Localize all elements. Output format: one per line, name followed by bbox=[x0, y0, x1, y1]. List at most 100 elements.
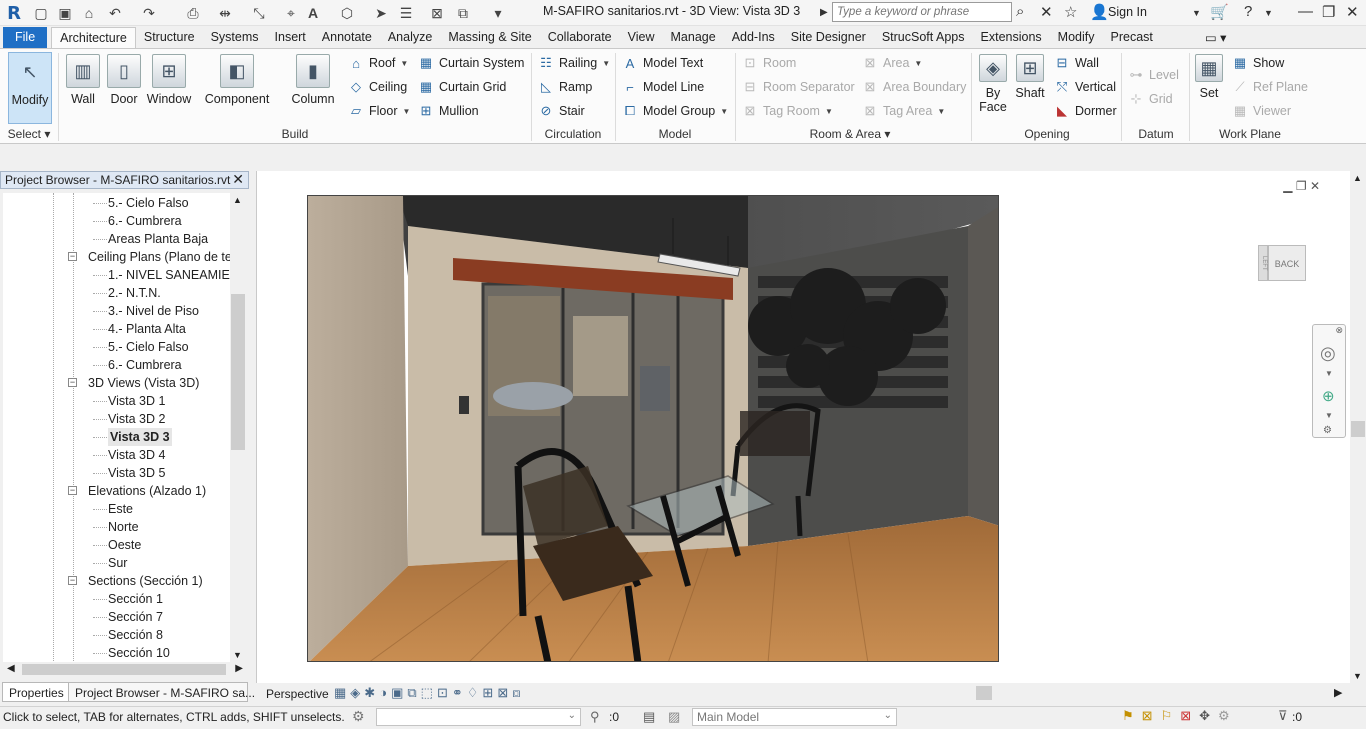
tab-systems[interactable]: Systems bbox=[203, 27, 267, 48]
help-dropdown-icon[interactable]: ▼ bbox=[1264, 8, 1273, 18]
temp-hide-icon[interactable]: ⚭ bbox=[452, 685, 467, 700]
design-options-icon[interactable]: ▤ bbox=[643, 709, 655, 725]
zoom-dropdown-icon[interactable]: ▼ bbox=[1325, 411, 1333, 420]
tab-site-designer[interactable]: Site Designer bbox=[783, 27, 874, 48]
search-input[interactable] bbox=[832, 2, 1012, 22]
tree-category[interactable]: Ceiling Plans (Plano de tec bbox=[88, 248, 230, 266]
by-face-button[interactable]: ◈ By Face bbox=[976, 52, 1010, 124]
tree-view-item[interactable]: 3.- Nivel de Piso bbox=[108, 302, 199, 320]
tab-extensions[interactable]: Extensions bbox=[973, 27, 1050, 48]
viewer-button[interactable]: ▦ Viewer bbox=[1232, 101, 1291, 121]
switch-windows-icon[interactable]: ⧉ bbox=[452, 3, 474, 23]
wall-button[interactable]: ▥ Wall bbox=[64, 52, 102, 124]
tree-view-item[interactable]: Sección 1 bbox=[108, 590, 163, 608]
tab-add-ins[interactable]: Add-Ins bbox=[724, 27, 783, 48]
crop-view-icon[interactable]: ⧉ bbox=[407, 685, 420, 700]
ref-plane-button[interactable]: ⟋ Ref Plane bbox=[1232, 77, 1307, 97]
view-scroll-up-icon[interactable]: ▲ bbox=[1353, 173, 1362, 183]
tab-massing-site[interactable]: Massing & Site bbox=[440, 27, 539, 48]
thin-lines-icon[interactable]: ☰ bbox=[395, 3, 417, 23]
open-icon[interactable]: ⌂ bbox=[78, 3, 100, 23]
tab-precast[interactable]: Precast bbox=[1103, 27, 1161, 48]
model-group-button[interactable]: ⧠ Model Group ▼ bbox=[622, 101, 728, 121]
tree-view-item[interactable]: Areas Planta Baja bbox=[108, 230, 208, 248]
tag-icon[interactable]: ⌖ bbox=[280, 3, 302, 23]
scroll-right-icon[interactable]: ▶ bbox=[235, 663, 243, 674]
viewcube-left-face[interactable]: LEFT bbox=[1258, 245, 1268, 281]
view-scroll-thumb[interactable] bbox=[1351, 421, 1365, 437]
collapse-toggle-icon[interactable]: − bbox=[68, 486, 77, 495]
constraints-icon[interactable]: ⧈ bbox=[512, 685, 524, 700]
measure-icon[interactable]: ⇹ bbox=[214, 3, 236, 23]
tab-project-browser[interactable]: Project Browser - M-SAFIRO sa... bbox=[68, 682, 255, 702]
tab-architecture[interactable]: Architecture bbox=[51, 27, 136, 48]
room-separator-button[interactable]: ⊟ Room Separator bbox=[742, 77, 855, 97]
room-button[interactable]: ⊡ Room bbox=[742, 53, 797, 73]
shaft-button[interactable]: ⊞ Shaft bbox=[1012, 52, 1048, 124]
viewcube-back-face[interactable]: BACK bbox=[1268, 245, 1306, 281]
tree-view-item[interactable]: Vista 3D 3 bbox=[108, 428, 172, 446]
room-area-panel-title[interactable]: Room & Area ▾ bbox=[800, 127, 900, 141]
set-work-plane-button[interactable]: ▦ Set bbox=[1192, 52, 1226, 124]
curtain-system-button[interactable]: ▦ Curtain System bbox=[418, 53, 525, 73]
view-scroll-down-icon[interactable]: ▼ bbox=[1353, 671, 1362, 681]
tree-view-item[interactable]: Vista 3D 1 bbox=[108, 392, 165, 410]
door-button[interactable]: ▯ Door bbox=[106, 52, 142, 124]
collapse-toggle-icon[interactable]: − bbox=[68, 576, 77, 585]
select-underlay-icon[interactable]: ⊠ bbox=[1142, 708, 1161, 723]
sign-in-dropdown-icon[interactable]: ▼ bbox=[1192, 8, 1201, 18]
tree-view-item[interactable]: Vista 3D 2 bbox=[108, 410, 165, 428]
show-crop-icon[interactable]: ⬚ bbox=[421, 685, 437, 700]
tag-room-button[interactable]: ⊠ Tag Room ▼ bbox=[742, 101, 833, 121]
mullion-button[interactable]: ⊞ Mullion bbox=[418, 101, 479, 121]
select-by-face-icon[interactable]: ⊠ bbox=[1180, 708, 1199, 723]
workset-dropdown[interactable]: ⌄ bbox=[376, 708, 581, 726]
select-links-icon[interactable]: ⚑ bbox=[1122, 708, 1142, 723]
revit-logo-icon[interactable]: R bbox=[2, 2, 26, 24]
design-option-dropdown[interactable]: Main Model ⌄ bbox=[692, 708, 897, 726]
tab-annotate[interactable]: Annotate bbox=[314, 27, 380, 48]
tree-view-item[interactable]: Sección 7 bbox=[108, 608, 163, 626]
sign-in-link[interactable]: Sign In bbox=[1108, 5, 1147, 19]
tree-category[interactable]: Elevations (Alzado 1) bbox=[88, 482, 206, 500]
view-scroll-right-icon[interactable]: ▶ bbox=[1334, 686, 1342, 699]
star-icon[interactable]: ☆ bbox=[1064, 3, 1077, 21]
curtain-grid-button[interactable]: ▦ Curtain Grid bbox=[418, 77, 507, 97]
tree-view-item[interactable]: 6.- Cumbrera bbox=[108, 212, 182, 230]
tag-area-button[interactable]: ⊠ Tag Area ▼ bbox=[862, 101, 946, 121]
save-icon[interactable]: ▣ bbox=[54, 3, 76, 23]
tree-view-item[interactable]: Este bbox=[108, 500, 133, 518]
3d-view-icon[interactable]: ⬡ bbox=[336, 3, 358, 23]
area-boundary-button[interactable]: ⊠ Area Boundary bbox=[862, 77, 967, 97]
tree-view-item[interactable]: 5.- Cielo Falso bbox=[108, 194, 189, 212]
view-minimize-icon[interactable]: ▁ bbox=[1283, 179, 1292, 193]
tree-view-item[interactable]: 4.- Planta Alta bbox=[108, 320, 186, 338]
tree-view-item[interactable]: Sección 10 bbox=[108, 644, 170, 662]
roof-button[interactable]: ⌂ Roof ▼ bbox=[348, 53, 408, 73]
customize-qat-icon[interactable]: ▾ bbox=[487, 3, 509, 23]
render-icon[interactable]: ▣ bbox=[391, 685, 407, 700]
dormer-button[interactable]: ◣ Dormer bbox=[1054, 101, 1117, 121]
vertical-opening-button[interactable]: ⤲ Vertical bbox=[1054, 77, 1116, 97]
subscription-icon[interactable]: ✕ bbox=[1040, 3, 1053, 21]
steering-wheel-icon[interactable]: ◎ bbox=[1320, 343, 1336, 364]
restore-icon[interactable]: ❐ bbox=[1322, 3, 1335, 21]
scroll-left-icon[interactable]: ◀ bbox=[7, 663, 15, 674]
close-window-icon[interactable]: ✕ bbox=[1346, 3, 1359, 21]
wheel-dropdown-icon[interactable]: ▼ bbox=[1325, 369, 1333, 378]
user-icon[interactable]: 👤 bbox=[1090, 3, 1109, 21]
tree-category[interactable]: 3D Views (Vista 3D) bbox=[88, 374, 199, 392]
3d-render-viewport[interactable] bbox=[307, 195, 999, 662]
tree-hscroll-thumb[interactable] bbox=[22, 664, 226, 675]
tree-view-item[interactable]: 6.- Cumbrera bbox=[108, 356, 182, 374]
tab-structure[interactable]: Structure bbox=[136, 27, 203, 48]
select-pinned-icon[interactable]: ⚐ bbox=[1161, 708, 1181, 723]
help-icon[interactable]: ? bbox=[1244, 3, 1252, 20]
column-button[interactable]: ▮ Column bbox=[290, 52, 336, 124]
ribbon-options-icon[interactable]: ▭ ▾ bbox=[1197, 27, 1235, 48]
view-restore-icon[interactable]: ❐ bbox=[1296, 179, 1307, 193]
show-work-plane-button[interactable]: ▦ Show bbox=[1232, 53, 1284, 73]
viewcube[interactable]: LEFT BACK bbox=[1258, 245, 1306, 285]
binoculars-icon[interactable]: ⌕ bbox=[1016, 3, 1024, 20]
tree-view-item[interactable]: Sur bbox=[108, 554, 127, 572]
